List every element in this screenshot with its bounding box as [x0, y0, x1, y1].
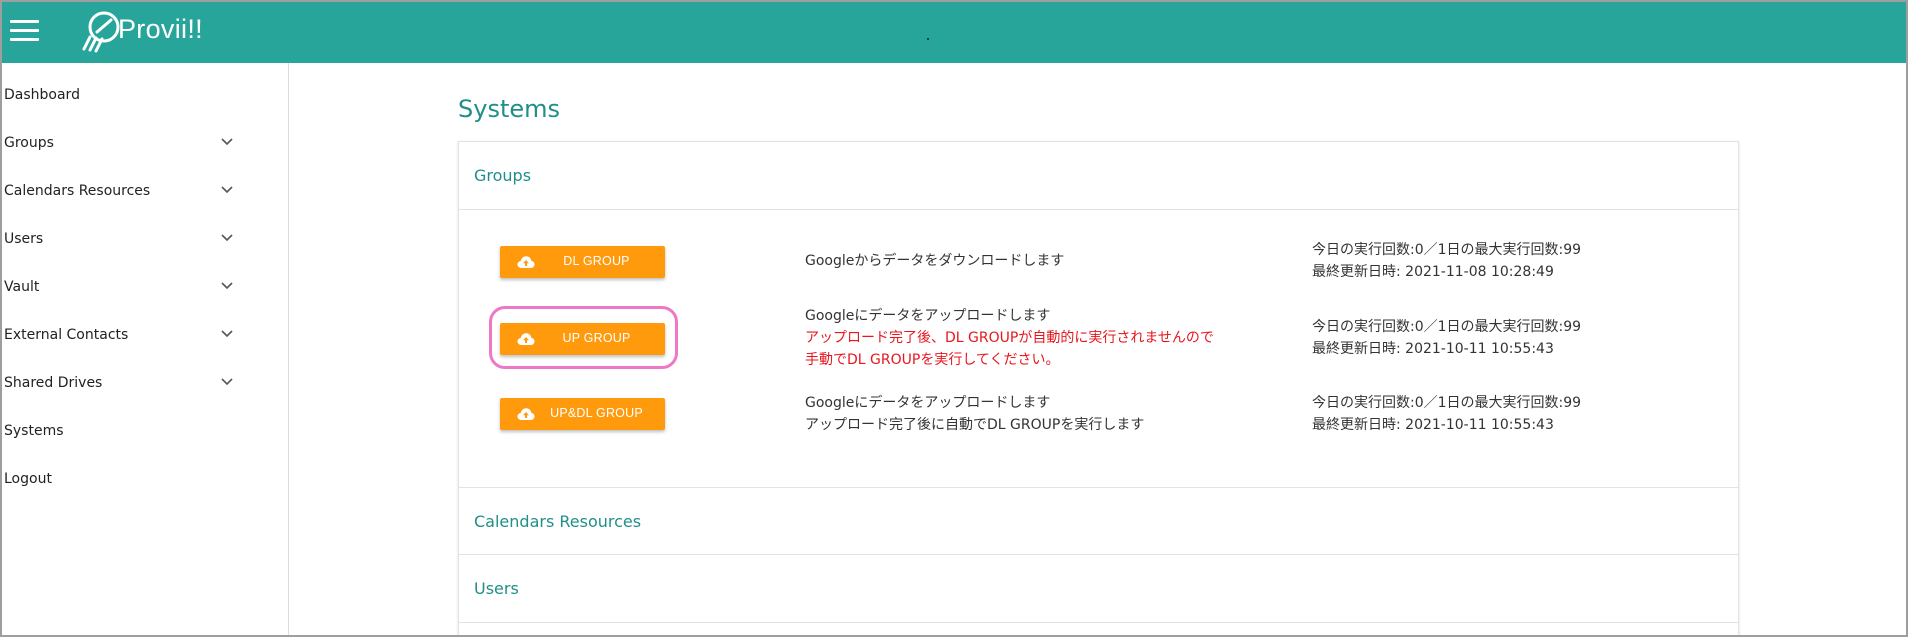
sidebar-item-users[interactable]: Users — [0, 219, 289, 259]
chevron-down-icon[interactable] — [220, 375, 234, 389]
run-count-text: 今日の実行回数:0／1日の最大実行回数:99 — [1312, 242, 1582, 258]
sidebar-item-label: Shared Drives — [4, 375, 103, 391]
warning-line: アップロード完了後、DL GROUPが自動的に実行されませんので — [805, 330, 1214, 346]
sidebar-item-external-contacts[interactable]: External Contacts — [0, 315, 289, 355]
run-count-text: 今日の実行回数:0／1日の最大実行回数:99 — [1312, 395, 1582, 411]
section-label: Users — [474, 579, 519, 598]
run-count-text: 今日の実行回数:0／1日の最大実行回数:99 — [1312, 319, 1582, 335]
section-header-calendars-resources[interactable]: Calendars Resources — [459, 487, 1738, 555]
description-line: Googleにデータをアップロードします — [805, 395, 1051, 411]
warning-line: 手動でDL GROUPを実行してください。 — [805, 352, 1060, 368]
header-dot — [927, 38, 929, 40]
sidebar-item-label: Calendars Resources — [4, 183, 151, 199]
section-header-groups[interactable]: Groups — [459, 142, 1738, 210]
button-label: UP&DL GROUP — [550, 406, 643, 420]
up-group-button[interactable]: UP GROUP — [500, 323, 665, 355]
last-updated-text: 最終更新日時: 2021-11-08 10:28:49 — [1312, 264, 1554, 280]
cloud-upload-icon — [517, 333, 535, 345]
sidebar-item-systems[interactable]: Systems — [0, 411, 289, 451]
description-line: アップロード完了後に自動でDL GROUPを実行します — [805, 417, 1145, 433]
sidebar: Dashboard Groups Calendars Resources Use… — [0, 63, 289, 637]
section-label: Calendars Resources — [474, 512, 642, 531]
sidebar-item-label: Systems — [4, 423, 64, 439]
description-line: Googleにデータをアップロードします — [805, 308, 1051, 324]
row-meta: 今日の実行回数:0／1日の最大実行回数:99 最終更新日時: 2021-10-1… — [1312, 316, 1581, 360]
row-description: Googleからデータをダウンロードします — [805, 250, 1064, 272]
row-meta: 今日の実行回数:0／1日の最大実行回数:99 最終更新日時: 2021-10-1… — [1312, 392, 1581, 436]
sidebar-item-calendars-resources[interactable]: Calendars Resources — [0, 171, 289, 211]
sidebar-item-vault[interactable]: Vault — [0, 267, 289, 307]
cloud-upload-icon — [517, 408, 535, 420]
chevron-down-icon[interactable] — [220, 327, 234, 341]
section-header-users[interactable]: Users — [459, 555, 1738, 623]
sidebar-item-label: External Contacts — [4, 327, 129, 343]
description-line: Googleからデータをダウンロードします — [805, 253, 1065, 269]
chevron-down-icon[interactable] — [220, 279, 234, 293]
sidebar-item-groups[interactable]: Groups — [0, 123, 289, 163]
button-label: DL GROUP — [563, 254, 630, 268]
dl-group-button[interactable]: DL GROUP — [500, 246, 665, 278]
last-updated-text: 最終更新日時: 2021-10-11 10:55:43 — [1312, 417, 1554, 433]
row-meta: 今日の実行回数:0／1日の最大実行回数:99 最終更新日時: 2021-11-0… — [1312, 239, 1581, 283]
button-label: UP GROUP — [562, 331, 631, 345]
sidebar-item-label: Users — [4, 231, 44, 247]
hamburger-menu-icon[interactable] — [10, 20, 40, 42]
sidebar-item-dashboard[interactable]: Dashboard — [0, 75, 289, 115]
systems-card: Groups DL GROUP Googleからデータをダウンロードします 今日… — [458, 141, 1739, 637]
row-description: Googleにデータをアップロードします アップロード完了後、DL GROUPが… — [805, 305, 1214, 371]
up-dl-group-button[interactable]: UP&DL GROUP — [500, 398, 665, 430]
row-description: Googleにデータをアップロードします アップロード完了後に自動でDL GRO… — [805, 392, 1144, 436]
chevron-down-icon[interactable] — [220, 231, 234, 245]
sidebar-item-shared-drives[interactable]: Shared Drives — [0, 363, 289, 403]
page-title: Systems — [458, 95, 560, 123]
last-updated-text: 最終更新日時: 2021-10-11 10:55:43 — [1312, 341, 1554, 357]
sidebar-item-label: Groups — [4, 135, 54, 151]
chevron-down-icon[interactable] — [220, 135, 234, 149]
section-label: Groups — [474, 166, 532, 185]
chevron-down-icon[interactable] — [220, 183, 234, 197]
sidebar-item-label: Logout — [4, 471, 52, 487]
brand-name: Provii!! — [118, 14, 203, 44]
top-app-bar: Provii!! — [0, 0, 1908, 63]
sidebar-item-logout[interactable]: Logout — [0, 459, 289, 499]
sidebar-item-label: Vault — [4, 279, 40, 295]
cloud-upload-icon — [517, 256, 535, 268]
sidebar-item-label: Dashboard — [4, 87, 80, 103]
